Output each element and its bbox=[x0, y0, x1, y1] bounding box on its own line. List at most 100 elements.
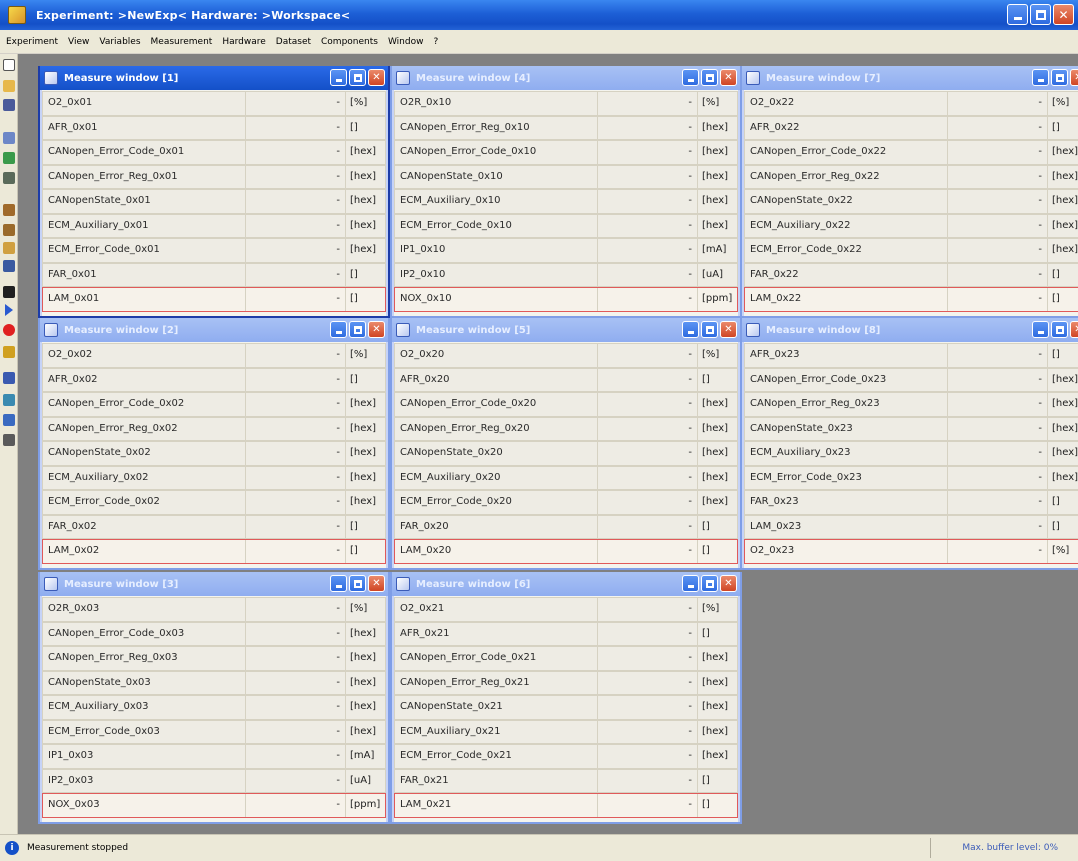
table-row[interactable]: ECM_Error_Code_0x03- [hex] bbox=[42, 719, 386, 744]
monitor-icon[interactable] bbox=[3, 260, 15, 272]
table-row[interactable]: CANopen_Error_Code_0x21- [hex] bbox=[394, 646, 738, 671]
table-row[interactable]: AFR_0x01-[] bbox=[42, 115, 386, 140]
table-row[interactable]: IP1_0x03- [mA] bbox=[42, 744, 386, 769]
table-row[interactable]: ECM_Error_Code_0x02- [hex] bbox=[42, 490, 386, 515]
minimize-button[interactable] bbox=[682, 321, 699, 338]
open-icon[interactable] bbox=[3, 80, 15, 92]
table-row[interactable]: LAM_0x21-[] bbox=[394, 793, 738, 818]
menu-item-variables[interactable]: Variables bbox=[99, 37, 140, 47]
table-row[interactable]: ECM_Auxiliary_0x02- [hex] bbox=[42, 465, 386, 490]
table-row[interactable]: CANopen_Error_Reg_0x10- [hex] bbox=[394, 115, 738, 140]
table-row[interactable]: FAR_0x23-[] bbox=[744, 490, 1078, 515]
table-row[interactable]: O2_0x22- [%] bbox=[744, 91, 1078, 116]
table-row[interactable]: LAM_0x20-[] bbox=[394, 539, 738, 564]
table-row[interactable]: CANopen_Error_Code_0x22- [hex] bbox=[744, 140, 1078, 165]
measure-window-titlebar[interactable]: Measure window [7] ✕ bbox=[742, 66, 1078, 90]
table-row[interactable]: FAR_0x20-[] bbox=[394, 514, 738, 539]
table-row[interactable]: LAM_0x02-[] bbox=[42, 539, 386, 564]
measure-window-titlebar[interactable]: Measure window [2] ✕ bbox=[40, 318, 388, 342]
table-row[interactable]: CANopen_Error_Reg_0x23- [hex] bbox=[744, 392, 1078, 417]
table-icon[interactable] bbox=[3, 414, 15, 426]
table-row[interactable]: CANopenState_0x10- [hex] bbox=[394, 164, 738, 189]
table-row[interactable]: FAR_0x01-[] bbox=[42, 262, 386, 287]
close-button[interactable]: ✕ bbox=[720, 69, 737, 86]
close-button[interactable]: ✕ bbox=[720, 575, 737, 592]
table-row[interactable]: ECM_Error_Code_0x01- [hex] bbox=[42, 238, 386, 263]
display-icon[interactable] bbox=[3, 372, 15, 384]
table-row[interactable]: CANopenState_0x22- [hex] bbox=[744, 189, 1078, 214]
table-row[interactable]: CANopen_Error_Code_0x01- [hex] bbox=[42, 140, 386, 165]
measure-window-titlebar[interactable]: Measure window [1] ✕ bbox=[40, 66, 388, 90]
table-row[interactable]: IP2_0x03- [uA] bbox=[42, 768, 386, 793]
table-row[interactable]: ECM_Auxiliary_0x21- [hex] bbox=[394, 719, 738, 744]
graph-icon[interactable] bbox=[3, 394, 15, 406]
table-row[interactable]: ECM_Auxiliary_0x20- [hex] bbox=[394, 465, 738, 490]
table-row[interactable]: AFR_0x02-[] bbox=[42, 367, 386, 392]
table-row[interactable]: CANopen_Error_Code_0x23- [hex] bbox=[744, 367, 1078, 392]
menu-item-view[interactable]: View bbox=[68, 37, 89, 47]
minimize-button[interactable] bbox=[1007, 4, 1028, 25]
pause-icon[interactable] bbox=[3, 346, 15, 358]
measure-window[interactable]: Measure window [5] ✕ O2_0x20- [%] AFR_0x20-[… bbox=[390, 318, 742, 570]
table-row[interactable]: CANopen_Error_Code_0x02- [hex] bbox=[42, 392, 386, 417]
app-icon[interactable] bbox=[8, 6, 26, 24]
table-row[interactable]: CANopen_Error_Code_0x03- [hex] bbox=[42, 621, 386, 646]
menu-item-components[interactable]: Components bbox=[321, 37, 378, 47]
maximize-button[interactable] bbox=[1051, 69, 1068, 86]
table-row[interactable]: ECM_Auxiliary_0x22- [hex] bbox=[744, 213, 1078, 238]
maximize-button[interactable] bbox=[1030, 4, 1051, 25]
menu-item-help[interactable]: ? bbox=[433, 37, 438, 47]
maximize-button[interactable] bbox=[1051, 321, 1068, 338]
maximize-button[interactable] bbox=[701, 575, 718, 592]
table-row[interactable]: O2_0x02- [%] bbox=[42, 343, 386, 368]
menu-item-measurement[interactable]: Measurement bbox=[151, 37, 213, 47]
minimize-button[interactable] bbox=[682, 69, 699, 86]
table-row[interactable]: ECM_Error_Code_0x21- [hex] bbox=[394, 744, 738, 769]
table-row[interactable]: ECM_Error_Code_0x23- [hex] bbox=[744, 465, 1078, 490]
table-row[interactable]: ECM_Auxiliary_0x10- [hex] bbox=[394, 189, 738, 214]
measure-window-titlebar[interactable]: Measure window [8] ✕ bbox=[742, 318, 1078, 342]
measure-window[interactable]: Measure window [1] ✕ O2_0x01- [%] AFR_0x01-[… bbox=[38, 66, 390, 318]
table-row[interactable]: LAM_0x22-[] bbox=[744, 287, 1078, 312]
close-button[interactable]: ✕ bbox=[368, 575, 385, 592]
close-button[interactable]: ✕ bbox=[1070, 69, 1078, 86]
table-row[interactable]: O2_0x21- [%] bbox=[394, 597, 738, 622]
record-icon[interactable] bbox=[3, 324, 15, 336]
table-row[interactable]: CANopen_Error_Reg_0x02- [hex] bbox=[42, 416, 386, 441]
table-row[interactable]: ECM_Auxiliary_0x03- [hex] bbox=[42, 695, 386, 720]
table-row[interactable]: O2_0x20- [%] bbox=[394, 343, 738, 368]
measure-window[interactable]: Measure window [4] ✕ O2R_0x10- [%] CANopen_E… bbox=[390, 66, 742, 318]
close-button[interactable]: ✕ bbox=[1053, 4, 1074, 25]
measure-window-titlebar[interactable]: Measure window [5] ✕ bbox=[392, 318, 740, 342]
measure-window-titlebar[interactable]: Measure window [3] ✕ bbox=[40, 572, 388, 596]
dataset-icon[interactable] bbox=[3, 172, 15, 184]
maximize-button[interactable] bbox=[349, 321, 366, 338]
table-row[interactable]: ECM_Auxiliary_0x23- [hex] bbox=[744, 441, 1078, 466]
table-row[interactable]: CANopenState_0x01- [hex] bbox=[42, 189, 386, 214]
table-row[interactable]: O2_0x23- [%] bbox=[744, 539, 1078, 564]
table-row[interactable]: CANopen_Error_Code_0x10- [hex] bbox=[394, 140, 738, 165]
measure-window[interactable]: Measure window [3] ✕ O2R_0x03- [%] CANopen_E… bbox=[38, 572, 390, 824]
menu-item-dataset[interactable]: Dataset bbox=[276, 37, 311, 47]
table-row[interactable]: NOX_0x10- [ppm] bbox=[394, 287, 738, 312]
table-row[interactable]: IP2_0x10- [uA] bbox=[394, 262, 738, 287]
minimize-button[interactable] bbox=[330, 69, 347, 86]
table-row[interactable]: FAR_0x22-[] bbox=[744, 262, 1078, 287]
table-row[interactable]: AFR_0x22-[] bbox=[744, 115, 1078, 140]
minimize-button[interactable] bbox=[330, 321, 347, 338]
table-row[interactable]: FAR_0x21-[] bbox=[394, 768, 738, 793]
measure-window-titlebar[interactable]: Measure window [6] ✕ bbox=[392, 572, 740, 596]
config-icon[interactable] bbox=[3, 204, 15, 216]
table-row[interactable]: CANopen_Error_Reg_0x03- [hex] bbox=[42, 646, 386, 671]
maximize-button[interactable] bbox=[701, 69, 718, 86]
save-icon[interactable] bbox=[3, 99, 15, 111]
table-row[interactable]: ECM_Error_Code_0x20- [hex] bbox=[394, 490, 738, 515]
close-button[interactable]: ✕ bbox=[1070, 321, 1078, 338]
table-row[interactable]: CANopen_Error_Code_0x20- [hex] bbox=[394, 392, 738, 417]
minimize-button[interactable] bbox=[682, 575, 699, 592]
window-icon[interactable] bbox=[3, 132, 15, 144]
table-row[interactable]: ECM_Auxiliary_0x01- [hex] bbox=[42, 213, 386, 238]
table-row[interactable]: CANopenState_0x20- [hex] bbox=[394, 441, 738, 466]
minimize-button[interactable] bbox=[330, 575, 347, 592]
close-button[interactable]: ✕ bbox=[368, 321, 385, 338]
